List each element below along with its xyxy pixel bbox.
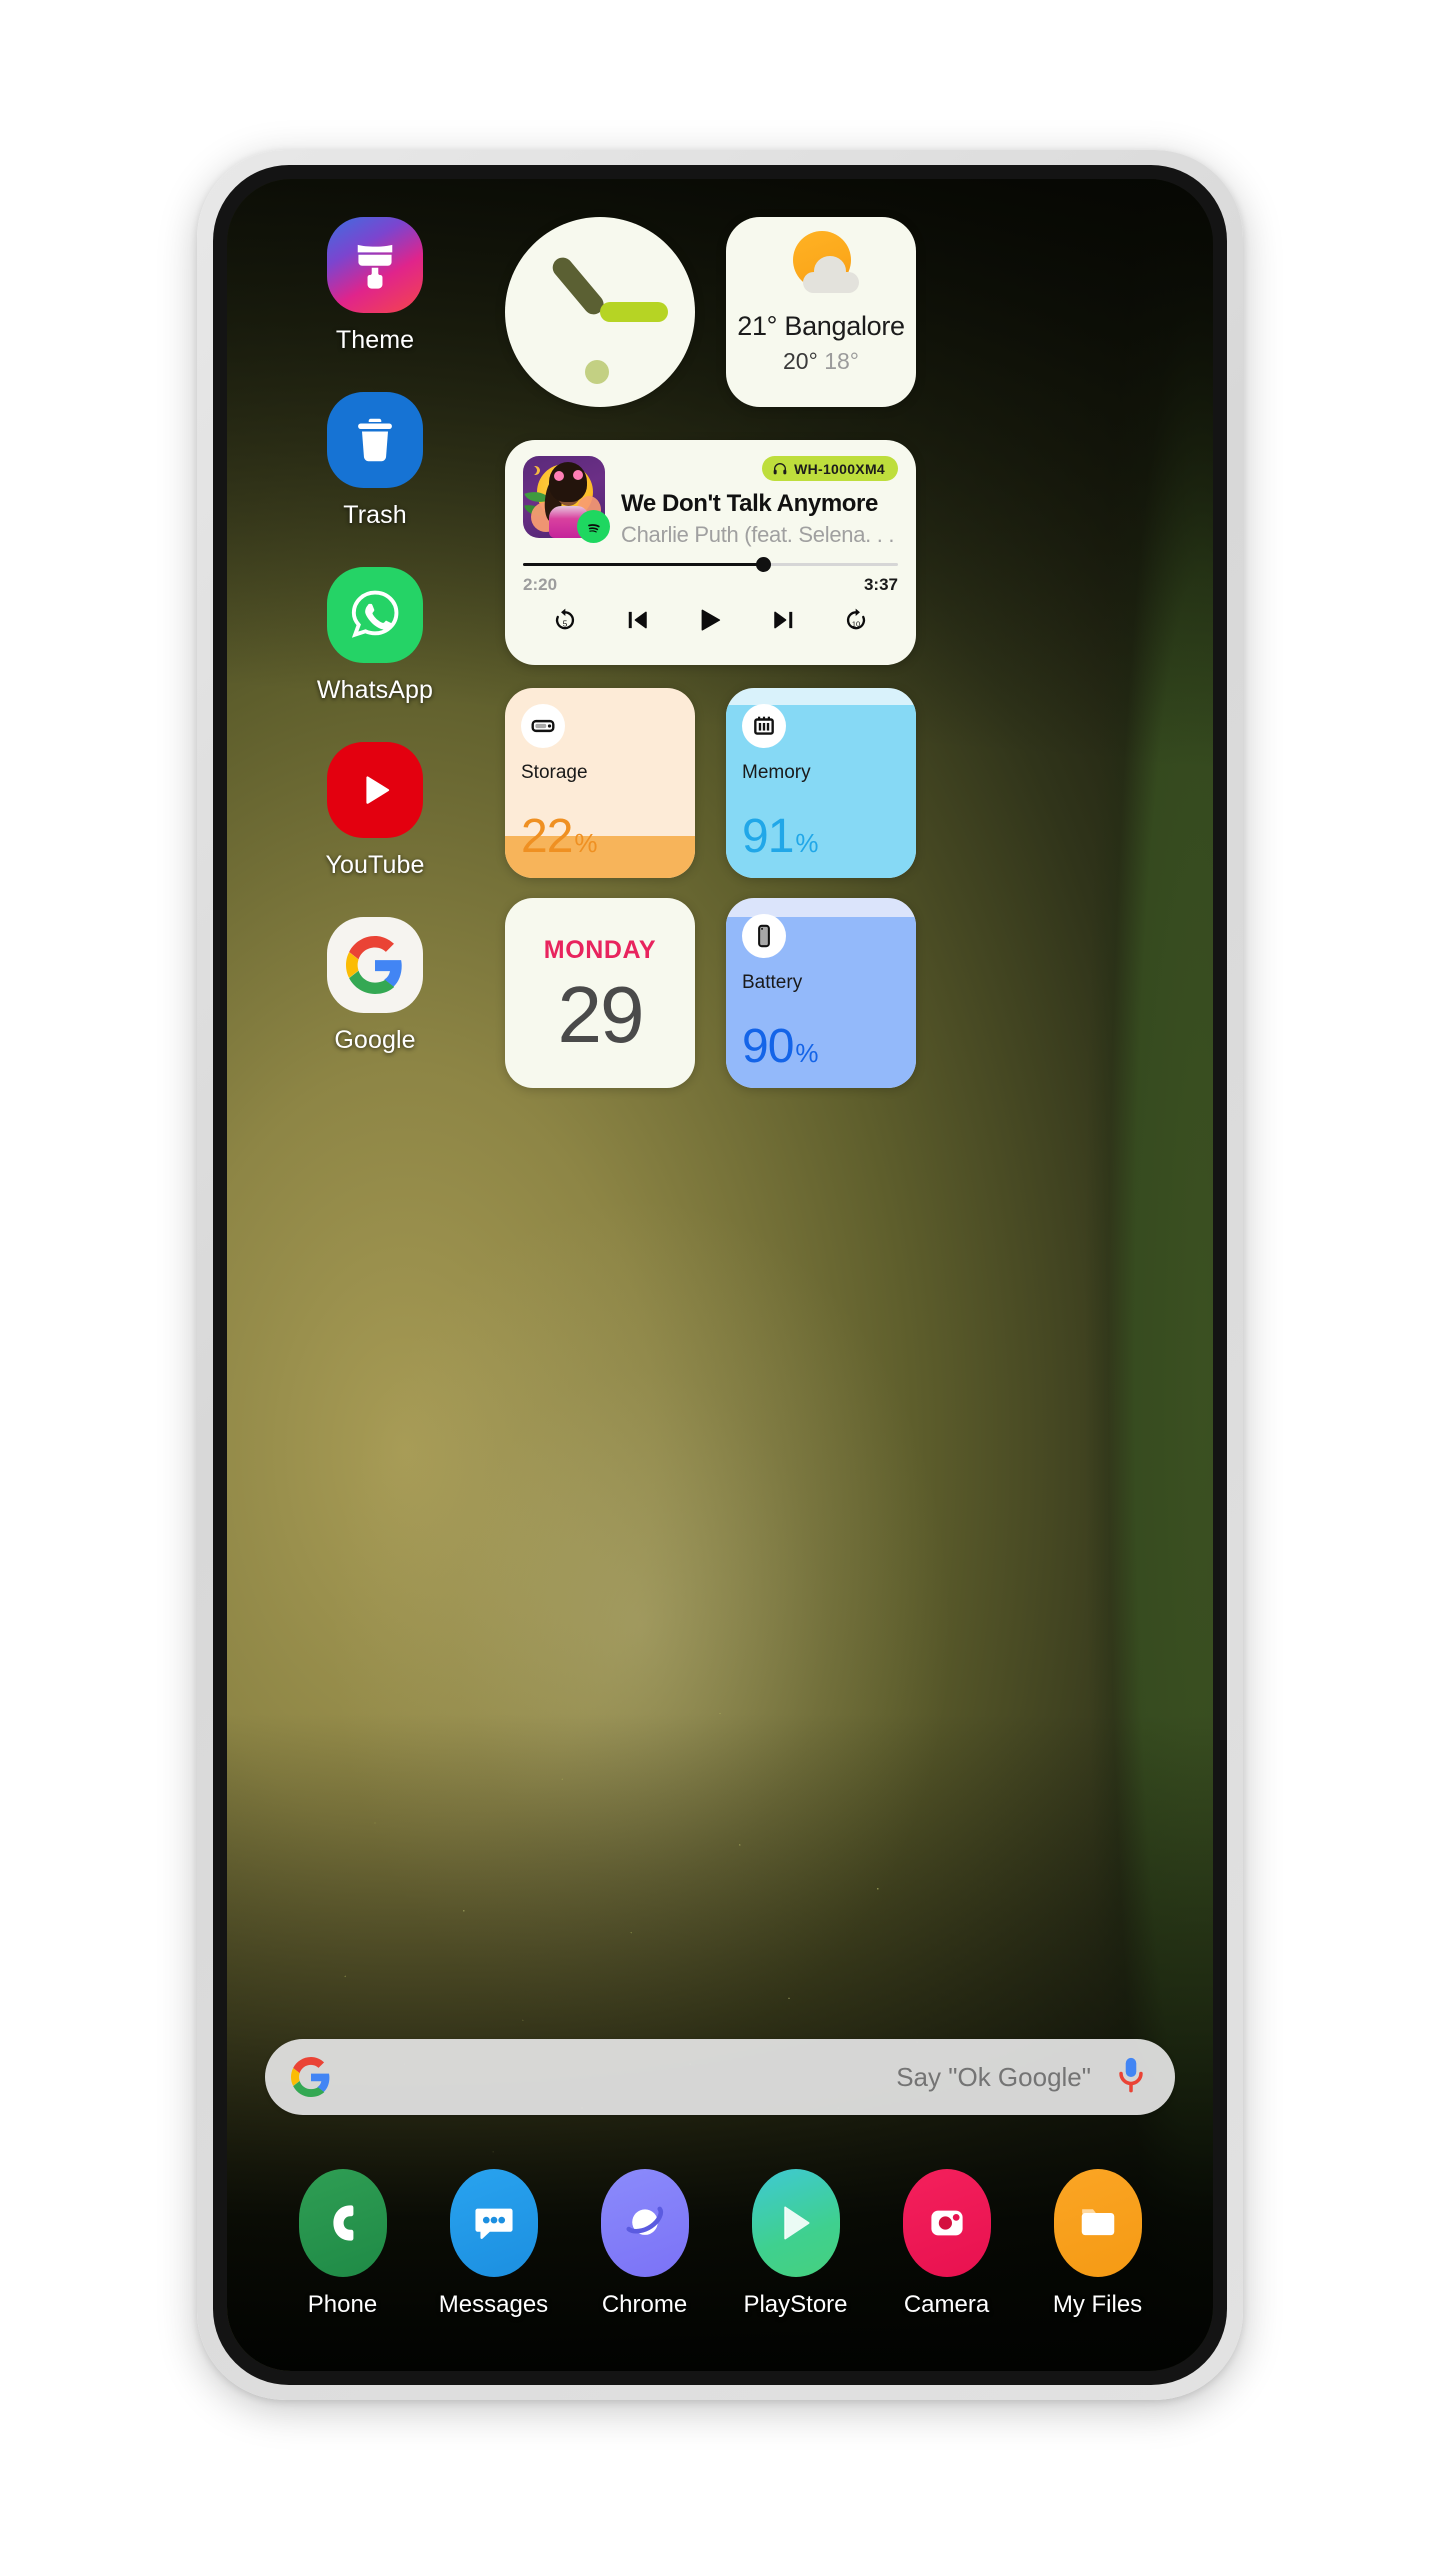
app-label: Theme [335,326,415,354]
sun-behind-cloud-icon [773,229,869,303]
app-item-google[interactable]: Google [282,917,468,1080]
phone-frame: Theme Trash WhatsApp YouTube Google 21° … [197,150,1243,2400]
dock-label: Camera [903,2291,990,2318]
progress-fill [523,563,763,566]
weather-current-temp-location: 21° Bangalore [737,311,905,341]
track-duration: 3:37 [863,575,898,594]
dock-label: Messages [438,2291,549,2318]
svg-text:5: 5 [563,620,568,629]
album-art[interactable] [523,456,610,543]
memory-widget[interactable]: Memory 91 % [726,688,916,878]
weather-widget[interactable]: 21° Bangalore 20° 18° [726,217,916,407]
memory-unit: % [795,828,819,858]
forward-10-button[interactable]: 10 [837,601,875,639]
app-label: Trash [343,501,407,529]
app-item-youtube[interactable]: YouTube [282,742,468,905]
samsung-internet-icon[interactable] [600,2169,689,2277]
headphone-device-name: WH-1000XM4 [794,460,885,477]
storage-chip-icon [521,704,565,748]
replay-5-button[interactable]: 5 [546,601,584,639]
app-item-trash[interactable]: Trash [282,392,468,555]
google-g-icon[interactable] [327,917,423,1013]
memory-title: Memory [742,762,811,783]
storage-value: 22 [521,810,573,863]
youtube-icon[interactable] [327,742,423,838]
dock-item-chrome[interactable]: Chrome [580,2169,710,2319]
dock-item-messages[interactable]: Messages [429,2169,559,2319]
app-label: Google [334,1026,416,1054]
dock-label: Phone [307,2291,378,2318]
headphones-icon [773,462,787,474]
previous-button[interactable] [619,601,657,639]
analog-clock-widget[interactable] [505,217,695,407]
microphone-icon[interactable] [1113,2055,1149,2099]
messages-bubble-icon[interactable] [449,2169,538,2277]
trash-can-icon[interactable] [327,392,423,488]
play-button[interactable] [691,601,729,639]
battery-unit: % [795,1038,819,1068]
svg-text:10: 10 [852,620,860,629]
battery-value: 90 [742,1020,794,1073]
dock-item-playstore[interactable]: PlayStore [731,2169,861,2319]
storage-title: Storage [521,762,588,783]
play-store-icon[interactable] [751,2169,840,2277]
music-controls: 5 10 [523,601,898,639]
calendar-widget[interactable]: MONDAY 29 [505,898,695,1088]
clock-minute-hand [600,302,668,322]
app-item-theme[interactable]: Theme [282,217,468,380]
clock-accent-dot [585,360,609,384]
whatsapp-icon[interactable] [327,567,423,663]
weather-high-low: 20° 18° [783,348,859,375]
search-placeholder: Say "Ok Google" [896,2061,1091,2092]
storage-unit: % [574,828,598,858]
app-item-whatsapp[interactable]: WhatsApp [282,567,468,730]
app-label: WhatsApp [316,676,434,704]
playback-time-row: 2:20 3:37 [523,575,898,595]
app-label: YouTube [325,851,425,879]
folder-icon[interactable] [1053,2169,1142,2277]
dock-item-camera[interactable]: Camera [882,2169,1012,2319]
progress-thumb[interactable] [756,557,771,572]
google-g-icon [291,2057,331,2097]
dock-item-phone[interactable]: Phone [278,2169,408,2319]
battery-widget[interactable]: Battery 90 % [726,898,916,1088]
battery-title: Battery [742,972,803,993]
dock-item-myfiles[interactable]: My Files [1033,2169,1163,2319]
memory-chip-icon [742,704,786,748]
memory-value: 91 [742,810,794,863]
phone-handset-icon[interactable] [298,2169,387,2277]
dock-label: PlayStore [743,2291,848,2318]
track-artist: Charlie Puth (feat. Selena. . . [621,522,895,547]
phone-screen: Theme Trash WhatsApp YouTube Google 21° … [227,179,1213,2371]
playback-progress-slider[interactable] [523,557,898,572]
weather-high: 20° [783,348,818,374]
camera-icon[interactable] [902,2169,991,2277]
phone-battery-icon [742,914,786,958]
headphone-device-badge[interactable]: WH-1000XM4 [762,456,898,481]
spotify-icon [577,510,610,543]
dock-label: Chrome [601,2291,688,2318]
current-time: 2:20 [523,575,558,594]
weather-low: 18° [824,348,859,374]
dock-label: My Files [1052,2291,1143,2318]
theme-paintbrush-icon[interactable] [327,217,423,313]
next-button[interactable] [764,601,802,639]
dock: Phone Messages Chrome PlayStore Camera M… [227,2169,1213,2319]
clock-hour-hand [548,253,608,319]
calendar-weekday: MONDAY [543,935,657,964]
google-search-bar[interactable]: Say "Ok Google" [265,2039,1175,2115]
calendar-date: 29 [557,969,645,1059]
app-grid: Theme Trash WhatsApp YouTube Google [282,217,468,1080]
storage-widget[interactable]: Storage 22 % [505,688,695,878]
phone-bezel: Theme Trash WhatsApp YouTube Google 21° … [213,165,1227,2385]
track-title: We Don't Talk Anymore [621,490,878,517]
music-player-widget[interactable]: WH-1000XM4 We Don't Talk Anymore Charlie… [505,440,916,665]
